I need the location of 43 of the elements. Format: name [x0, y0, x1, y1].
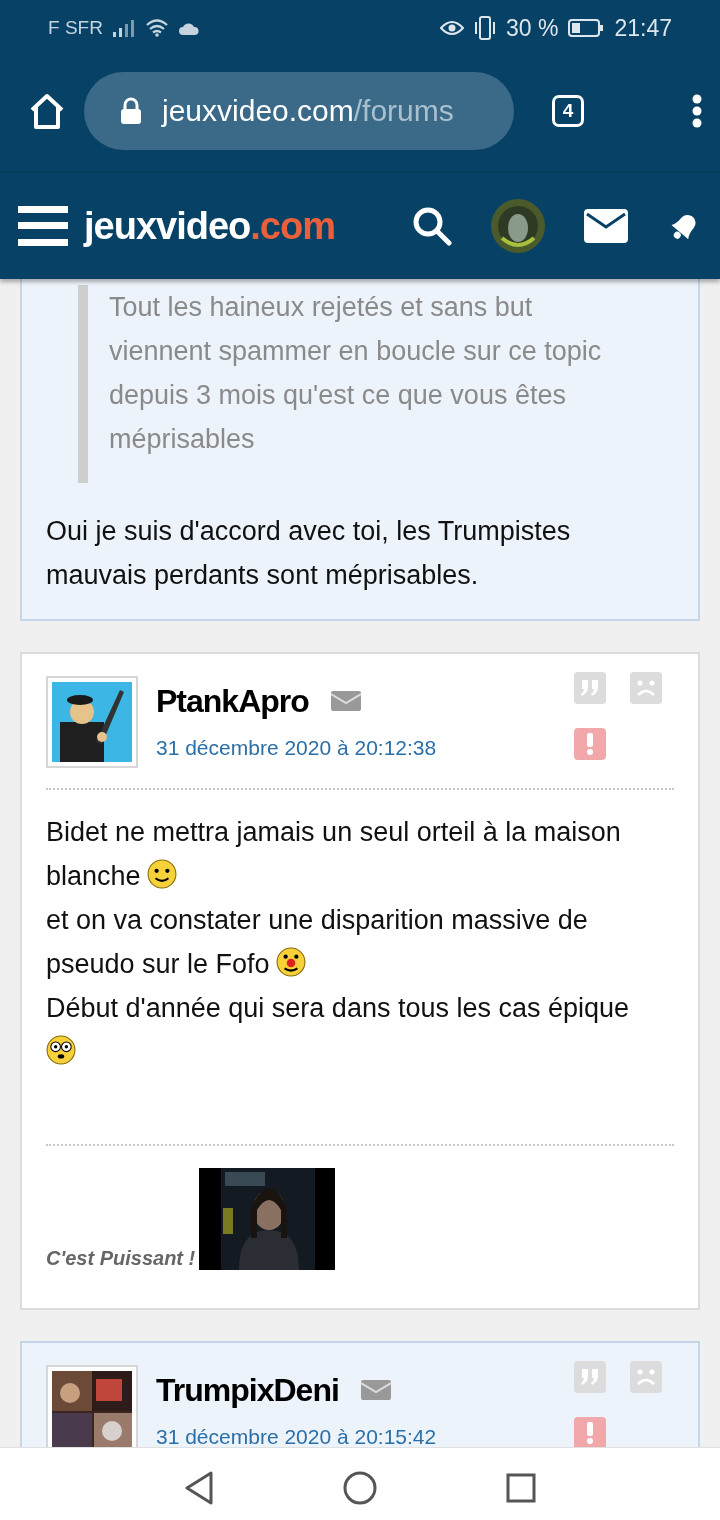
quote-icon — [580, 1369, 600, 1385]
search-icon[interactable] — [412, 206, 452, 246]
author-name[interactable]: PtankApro — [156, 682, 309, 720]
smiley-icon — [146, 859, 177, 889]
menu-icon[interactable] — [692, 94, 702, 128]
post-text: Oui je suis d'accord avec toi, les Trumpistes mauvais perdants sont méprisables. — [46, 516, 571, 590]
signal-icon — [112, 19, 135, 37]
back-button[interactable] — [184, 1471, 215, 1505]
author-name[interactable]: TrumpixDeni — [156, 1371, 339, 1409]
signature-text: C'est Puissant ! — [46, 1247, 196, 1270]
carrier-text: F SFR — [48, 17, 103, 39]
post-date[interactable]: 31 décembre 2020 à 20:12:38 — [156, 736, 574, 760]
post-text: Début d'année qui sera dans tous les cas épique — [46, 993, 630, 1023]
post-text: et on va constater une disparition massive de — [46, 905, 588, 935]
battery-icon — [568, 19, 605, 37]
mail-icon[interactable] — [584, 209, 628, 243]
clock-text: 21:47 — [614, 14, 672, 42]
quote-text: Tout les haineux rejetés et sans but viennent spammer en boucle sur ce topic depuis 3 mois qu'est ce que vous êtes méprisables — [78, 285, 604, 483]
site-logo[interactable]: jeuxvideo.com — [84, 204, 335, 248]
sad-face-icon — [635, 679, 657, 697]
recents-button[interactable] — [505, 1473, 536, 1503]
vibrate-icon — [474, 16, 496, 40]
wifi-icon — [144, 19, 169, 37]
exclamation-icon — [586, 733, 594, 755]
home-icon[interactable] — [28, 93, 66, 129]
sad-face-icon — [635, 1368, 657, 1386]
avatar-icon[interactable] — [490, 198, 546, 254]
smiley-icon — [46, 1035, 76, 1065]
home-button[interactable] — [343, 1471, 377, 1505]
menu-icon[interactable] — [18, 206, 68, 246]
smiley-icon — [275, 947, 306, 977]
exclamation-icon — [586, 1422, 594, 1444]
post-text: pseudo sur le Fofo — [46, 949, 270, 979]
url-field[interactable]: jeuxvideo.com/forums — [84, 72, 514, 150]
post-date[interactable]: 31 décembre 2020 à 20:15:42 — [156, 1425, 574, 1447]
battery-text: 30 % — [506, 14, 559, 42]
cloud-icon — [178, 21, 199, 35]
post-text: Bidet ne mettra jamais un seul orteil à la maison — [46, 817, 621, 847]
post-text: blanche — [46, 861, 141, 891]
tab-count-button[interactable]: 4 — [552, 95, 584, 127]
quote-icon — [580, 680, 600, 696]
eye-icon — [440, 19, 464, 37]
lock-icon — [120, 97, 142, 125]
